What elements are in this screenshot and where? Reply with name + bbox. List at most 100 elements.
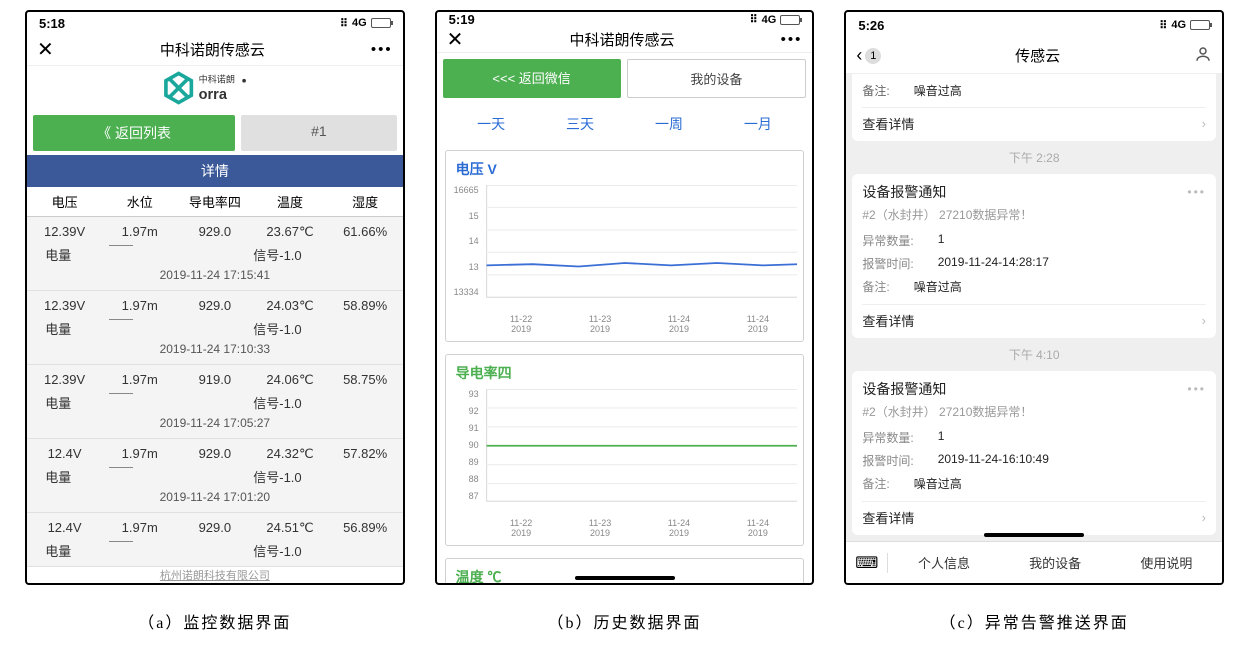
time-range-tabs: 一天 三天 一周 一月 bbox=[437, 104, 813, 144]
view-detail-link[interactable]: 查看详情› bbox=[862, 304, 1206, 330]
svg-text:orra: orra bbox=[198, 87, 227, 103]
x-axis-ticks: 11-222019 11-232019 11-242019 11-242019 bbox=[452, 315, 798, 335]
data-cell: 929.0 bbox=[177, 443, 252, 465]
data-cell: 1.97m bbox=[102, 221, 177, 243]
record-timestamp: 2019-11-24 17:01:20 bbox=[27, 488, 403, 508]
tab-1month[interactable]: 一月 bbox=[713, 110, 802, 138]
col-voltage: 电压 bbox=[27, 187, 102, 216]
chart-title-temperature: 温度 ℃ bbox=[452, 565, 798, 585]
chart-line-conductivity bbox=[452, 389, 798, 519]
data-record[interactable]: 12.4V1.97m929.024.51℃56.89%电量信号-1.0 bbox=[27, 513, 403, 567]
battery-label: 电量 bbox=[27, 539, 90, 562]
status-right: ⠿4G bbox=[1159, 19, 1210, 32]
battery-icon bbox=[1190, 20, 1210, 30]
chart-temperature-partial: 温度 ℃ bbox=[445, 558, 805, 585]
more-icon[interactable]: ••• bbox=[371, 41, 393, 58]
status-time: 5:19 bbox=[449, 12, 475, 27]
caption-b: （b）历史数据界面 bbox=[435, 609, 815, 633]
status-bar: 5:19 ⠿4G bbox=[437, 12, 813, 27]
data-cell: 24.06℃ bbox=[252, 369, 327, 391]
dash-indicator bbox=[90, 465, 153, 488]
titlebar: ✕ 中科诺朗传感云 ••• bbox=[27, 35, 403, 66]
titlebar: ✕ 中科诺朗传感云 ••• bbox=[437, 27, 813, 53]
return-list-button[interactable]: 《 返回列表 bbox=[33, 115, 235, 151]
data-cell: 1.97m bbox=[102, 369, 177, 391]
battery-label: 电量 bbox=[27, 243, 90, 266]
card-more-icon[interactable]: ••• bbox=[1187, 185, 1206, 199]
back-button[interactable]: ‹1 bbox=[856, 45, 881, 66]
view-detail-link[interactable]: 查看详情› bbox=[862, 501, 1206, 527]
alert-card-partial-top: 备注:噪音过高 查看详情› bbox=[852, 74, 1216, 141]
chevron-right-icon: › bbox=[1202, 313, 1206, 328]
signal-label: 信号-1.0 bbox=[215, 243, 340, 266]
data-cell: 24.51℃ bbox=[252, 517, 327, 539]
titlebar: ‹1 传感云 bbox=[846, 38, 1222, 74]
status-time: 5:26 bbox=[858, 18, 884, 33]
timestamp-1: 下午 2:28 bbox=[846, 141, 1222, 174]
return-wechat-button[interactable]: <<< 返回微信 bbox=[443, 59, 621, 98]
data-cell: 929.0 bbox=[177, 221, 252, 243]
record-timestamp: 2019-11-24 17:10:33 bbox=[27, 340, 403, 360]
data-cell: 58.89% bbox=[328, 295, 403, 317]
status-right: ⠿4G bbox=[750, 13, 801, 26]
data-record[interactable]: 12.39V1.97m929.024.03℃58.89%电量信号-1.02019… bbox=[27, 291, 403, 365]
footer-watermark: 杭州诺朗科技有限公司 bbox=[27, 567, 403, 583]
chart-title-voltage: 电压 V bbox=[452, 157, 798, 185]
data-record[interactable]: 12.39V1.97m929.023.67℃61.66%电量信号-1.02019… bbox=[27, 217, 403, 291]
view-detail-link[interactable]: 查看详情› bbox=[862, 107, 1206, 133]
data-cell: 919.0 bbox=[177, 369, 252, 391]
col-conductivity: 导电率四 bbox=[177, 187, 252, 216]
caption-a: （a）监控数据界面 bbox=[25, 609, 405, 633]
col-waterlevel: 水位 bbox=[102, 187, 177, 216]
dash-indicator bbox=[90, 539, 153, 562]
svg-text:中科诺朗: 中科诺朗 bbox=[198, 74, 234, 85]
data-cell: 929.0 bbox=[177, 295, 252, 317]
chart-line-voltage bbox=[452, 185, 798, 315]
tab-1week[interactable]: 一周 bbox=[625, 110, 714, 138]
data-cell: 1.97m bbox=[102, 517, 177, 539]
more-icon[interactable]: ••• bbox=[781, 31, 803, 48]
data-cell: 1.97m bbox=[102, 295, 177, 317]
profile-icon[interactable] bbox=[1194, 45, 1212, 67]
my-devices-button[interactable]: 我的设备 bbox=[627, 59, 807, 98]
home-indicator bbox=[575, 576, 675, 580]
signal-label: 信号-1.0 bbox=[215, 391, 340, 414]
card-title: 设备报警通知 bbox=[862, 182, 946, 202]
tab-3day[interactable]: 三天 bbox=[536, 110, 625, 138]
panel-b-history: 5:19 ⠿4G ✕ 中科诺朗传感云 ••• <<< 返回微信 我的设备 一天 … bbox=[435, 10, 815, 585]
card-more-icon[interactable]: ••• bbox=[1187, 382, 1206, 396]
home-indicator bbox=[984, 533, 1084, 537]
panel-c-alerts: 5:26 ⠿4G ‹1 传感云 备注:噪音过高 查看详情› 下午 2:28 bbox=[844, 10, 1224, 585]
data-cell: 12.39V bbox=[27, 369, 102, 391]
nav-profile[interactable]: 个人信息 bbox=[888, 553, 999, 572]
data-cell: 56.89% bbox=[328, 517, 403, 539]
dash-indicator bbox=[90, 317, 153, 340]
dash-indicator bbox=[90, 243, 153, 266]
tab-1day[interactable]: 一天 bbox=[447, 110, 536, 138]
close-icon[interactable]: ✕ bbox=[447, 27, 464, 52]
alert-card-1[interactable]: 设备报警通知 ••• #2（水封井） 27210数据异常！ 异常数量:1 报警时… bbox=[852, 174, 1216, 338]
brand-logo: 中科诺朗 orra bbox=[27, 66, 403, 115]
keyboard-icon[interactable]: ⌨ bbox=[846, 553, 888, 573]
battery-label: 电量 bbox=[27, 465, 90, 488]
record-timestamp: 2019-11-24 17:15:41 bbox=[27, 266, 403, 286]
status-bar: 5:18 ⠿4G bbox=[27, 12, 403, 35]
close-icon[interactable]: ✕ bbox=[37, 37, 54, 62]
y-axis-ticks: 93 92 91 90 89 88 87 bbox=[452, 389, 482, 501]
table-header: 电压 水位 导电率四 温度 湿度 bbox=[27, 187, 403, 217]
battery-icon bbox=[780, 15, 800, 25]
battery-icon bbox=[371, 18, 391, 28]
bottom-nav: ⌨ 个人信息 我的设备 使用说明 bbox=[846, 541, 1222, 583]
device-id-button[interactable]: #1 bbox=[241, 115, 397, 151]
nav-help[interactable]: 使用说明 bbox=[1111, 553, 1222, 572]
data-cell: 12.39V bbox=[27, 221, 102, 243]
dash-indicator bbox=[90, 391, 153, 414]
data-cell: 61.66% bbox=[328, 221, 403, 243]
data-record[interactable]: 12.4V1.97m929.024.32℃57.82%电量信号-1.02019-… bbox=[27, 439, 403, 513]
alert-card-2[interactable]: 设备报警通知 ••• #2（水封井） 27210数据异常！ 异常数量:1 报警时… bbox=[852, 371, 1216, 535]
battery-label: 电量 bbox=[27, 391, 90, 414]
data-cell: 58.75% bbox=[328, 369, 403, 391]
data-record[interactable]: 12.39V1.97m919.024.06℃58.75%电量信号-1.02019… bbox=[27, 365, 403, 439]
nav-devices[interactable]: 我的设备 bbox=[1000, 553, 1111, 572]
signal-label: 信号-1.0 bbox=[215, 539, 340, 562]
